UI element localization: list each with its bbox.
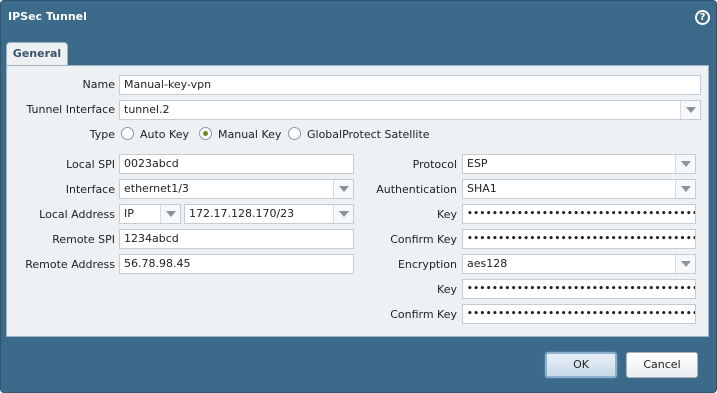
encryption-label: Encryption: [397, 258, 457, 271]
interface-select[interactable]: ethernet1/3: [119, 179, 354, 199]
type-option-auto-key: Auto Key: [140, 128, 189, 141]
type-label: Type: [89, 128, 115, 141]
type-radio-auto-key[interactable]: [121, 127, 134, 140]
chevron-down-icon[interactable]: [160, 205, 180, 223]
authentication-select[interactable]: SHA1: [462, 179, 696, 199]
auth-confirm-key-field[interactable]: ••••••••••••••••••••••••••••••••••••••••…: [462, 229, 696, 249]
encryption-value: aes128: [467, 257, 508, 270]
tunnel-interface-select[interactable]: tunnel.2: [119, 100, 701, 120]
tunnel-interface-label: Tunnel Interface: [26, 103, 115, 116]
interface-label: Interface: [65, 183, 115, 196]
ipsec-tunnel-dialog: IPSec Tunnel ? General Name Manual-key-v…: [0, 0, 717, 393]
local-address-select[interactable]: 172.17.128.170/23: [184, 204, 354, 224]
enc-confirm-key-field[interactable]: ••••••••••••••••••••••••••••••••••••••••: [462, 304, 696, 324]
remote-spi-field[interactable]: 1234abcd: [119, 229, 354, 249]
chevron-down-icon[interactable]: [675, 155, 695, 173]
local-address-value: 172.17.128.170/23: [189, 207, 295, 220]
auth-confirm-key-label: Confirm Key: [390, 233, 457, 246]
auth-key-field[interactable]: ••••••••••••••••••••••••••••••••••••••••…: [462, 204, 696, 224]
type-radio-globalprotect-satellite[interactable]: [288, 127, 301, 140]
ok-button[interactable]: OK: [545, 352, 617, 378]
protocol-value: ESP: [467, 157, 488, 170]
authentication-label: Authentication: [376, 183, 457, 196]
tab-general[interactable]: General: [6, 42, 68, 66]
chevron-down-icon[interactable]: [675, 255, 695, 273]
enc-key-field[interactable]: ••••••••••••••••••••••••••••••••••••••••: [462, 279, 696, 299]
general-panel: Name Manual-key-vpn Tunnel Interface tun…: [6, 65, 709, 337]
local-spi-field[interactable]: 0023abcd: [119, 154, 354, 174]
help-icon[interactable]: ?: [695, 10, 710, 25]
dialog-title: IPSec Tunnel: [8, 10, 87, 23]
remote-address-label: Remote Address: [25, 258, 115, 271]
type-radio-manual-key[interactable]: [199, 127, 212, 140]
auth-key-label: Key: [437, 208, 457, 221]
local-address-type-value: IP: [124, 207, 134, 220]
name-field[interactable]: Manual-key-vpn: [119, 75, 701, 95]
protocol-label: Protocol: [412, 158, 457, 171]
encryption-select[interactable]: aes128: [462, 254, 696, 274]
dialog-titlebar: IPSec Tunnel ?: [1, 1, 716, 33]
enc-key-label: Key: [437, 283, 457, 296]
cancel-button[interactable]: Cancel: [626, 352, 698, 378]
authentication-value: SHA1: [467, 182, 497, 195]
enc-confirm-key-label: Confirm Key: [390, 308, 457, 321]
local-spi-label: Local SPI: [66, 158, 115, 171]
tunnel-interface-value: tunnel.2: [124, 103, 170, 116]
name-label: Name: [82, 78, 115, 91]
interface-value: ethernet1/3: [124, 182, 189, 195]
protocol-select[interactable]: ESP: [462, 154, 696, 174]
type-option-manual-key: Manual Key: [218, 128, 282, 141]
remote-address-field[interactable]: 56.78.98.45: [119, 254, 354, 274]
local-address-label: Local Address: [39, 208, 115, 221]
type-option-globalprotect-satellite: GlobalProtect Satellite: [307, 128, 430, 141]
chevron-down-icon[interactable]: [680, 101, 700, 119]
remote-spi-label: Remote SPI: [52, 233, 115, 246]
chevron-down-icon[interactable]: [675, 180, 695, 198]
local-address-type-select[interactable]: IP: [119, 204, 181, 224]
